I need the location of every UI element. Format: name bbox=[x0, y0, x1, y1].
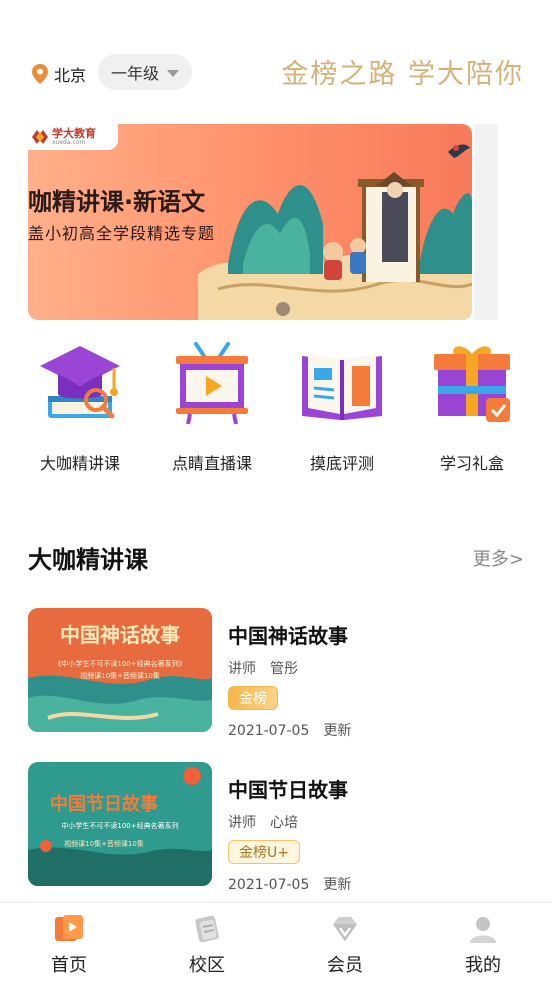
course-update: 2021-07-05 更新 bbox=[228, 720, 351, 740]
slogan: 金榜之路 学大陪你 bbox=[281, 59, 524, 90]
tab-label: 首页 bbox=[51, 955, 87, 976]
teacher-label: 讲师 bbox=[228, 661, 256, 677]
next-banner-peek[interactable] bbox=[474, 124, 498, 320]
tab-label: 会员 bbox=[327, 955, 363, 976]
promo-banner[interactable]: 学大教育 xueda.com 咖精讲课·新语文 盖小初高全学段精选专题 bbox=[28, 124, 472, 320]
update-status: 更新 bbox=[323, 877, 352, 893]
quick-nav-live[interactable]: 点睛直播课 bbox=[152, 338, 272, 478]
location-selector[interactable]: 北京 bbox=[32, 62, 86, 86]
brand-domain: xueda.com bbox=[52, 139, 86, 146]
course-badge: 金榜U+ bbox=[228, 840, 300, 864]
brand-logo: 学大教育 xueda.com bbox=[28, 124, 118, 150]
teacher-name: 管彤 bbox=[270, 661, 298, 677]
section-title: 大咖精讲课 bbox=[28, 546, 148, 574]
course-thumbnail: 中国神话故事 《中小学生不可不读100+经典名著系列》 视频课10集+音频课10… bbox=[28, 608, 212, 732]
home-icon bbox=[55, 915, 83, 941]
course-thumbnail-art: 中国神话故事 《中小学生不可不读100+经典名著系列》 视频课10集+音频课10… bbox=[28, 608, 212, 732]
course-teacher: 讲师 管彤 bbox=[228, 658, 298, 678]
live-tv-icon bbox=[176, 342, 248, 425]
gift-box-icon bbox=[434, 346, 510, 422]
quick-nav-label: 点睛直播课 bbox=[171, 454, 252, 473]
tab-campus[interactable]: 校区 bbox=[138, 903, 276, 981]
update-date: 2021-07-05 bbox=[228, 877, 310, 893]
tab-home[interactable]: 首页 bbox=[0, 903, 138, 981]
tab-profile[interactable]: 我的 bbox=[414, 903, 552, 981]
teacher-label: 讲师 bbox=[228, 815, 256, 831]
thumb-subtitle: 中小学生不可不读100+经典名著系列 bbox=[61, 821, 178, 830]
user-icon bbox=[470, 917, 496, 943]
quick-nav-lecture[interactable]: 大咖精讲课 bbox=[20, 338, 140, 478]
top-header: 北京 一年级 金榜之路 学大陪你 bbox=[0, 52, 552, 92]
carousel-indicator bbox=[276, 302, 290, 316]
thumb-episodes: 视频课10集+音频课10集 bbox=[80, 671, 160, 680]
banner-title: 咖精讲课·新语文 bbox=[28, 188, 206, 216]
course-teacher: 讲师 心培 bbox=[228, 812, 298, 832]
course-thumbnail-art: 中国节日故事 中小学生不可不读100+经典名著系列 视频课10集+音频课10集 bbox=[28, 762, 212, 886]
brand-mark-icon bbox=[32, 130, 48, 144]
tab-label: 校区 bbox=[189, 955, 225, 976]
thumb-title: 中国神话故事 bbox=[60, 623, 180, 647]
grade-label: 一年级 bbox=[110, 64, 159, 83]
course-title: 中国节日故事 bbox=[228, 778, 348, 802]
campus-icon bbox=[195, 915, 219, 943]
open-book-icon bbox=[302, 354, 382, 420]
banner-illustration bbox=[198, 144, 472, 320]
course-update: 2021-07-05 更新 bbox=[228, 874, 351, 894]
diamond-icon bbox=[333, 917, 357, 941]
grade-dropdown[interactable]: 一年级 bbox=[98, 54, 192, 90]
tab-label: 我的 bbox=[465, 955, 501, 976]
course-title: 中国神话故事 bbox=[228, 624, 348, 648]
banner-subtitle: 盖小初高全学段精选专题 bbox=[28, 224, 216, 243]
update-status: 更新 bbox=[323, 723, 352, 739]
course-badge: 金榜 bbox=[228, 686, 278, 710]
location-pin-icon bbox=[32, 64, 48, 84]
thumb-subtitle: 《中小学生不可不读100+经典名著系列》 bbox=[54, 659, 185, 668]
graduation-cap-icon bbox=[40, 346, 120, 419]
quick-nav-label: 学习礼盒 bbox=[439, 454, 504, 473]
quick-nav-gift[interactable]: 学习礼盒 bbox=[412, 338, 532, 478]
thumb-episodes: 视频课10集+音频课10集 bbox=[64, 839, 144, 848]
location-label: 北京 bbox=[54, 66, 87, 85]
quick-nav-label: 大咖精讲课 bbox=[39, 454, 120, 473]
quick-nav-assessment[interactable]: 摸底评测 bbox=[282, 338, 402, 478]
caret-down-icon bbox=[167, 69, 179, 77]
brand-name: 学大教育 bbox=[52, 127, 96, 140]
bottom-tab-bar: 首页 校区 会员 我的 bbox=[0, 902, 552, 981]
more-link[interactable]: 更多> bbox=[473, 545, 524, 571]
quick-nav: 大咖精讲课 点睛直播课 摸底评测 学习礼盒 bbox=[0, 338, 552, 478]
course-thumbnail: 中国节日故事 中小学生不可不读100+经典名著系列 视频课10集+音频课10集 bbox=[28, 762, 212, 886]
update-date: 2021-07-05 bbox=[228, 723, 310, 739]
course-card[interactable]: 中国神话故事 《中小学生不可不读100+经典名著系列》 视频课10集+音频课10… bbox=[28, 608, 528, 739]
quick-nav-label: 摸底评测 bbox=[309, 454, 374, 473]
tab-membership[interactable]: 会员 bbox=[276, 903, 414, 981]
course-card[interactable]: 中国节日故事 中小学生不可不读100+经典名著系列 视频课10集+音频课10集 … bbox=[28, 762, 528, 893]
teacher-name: 心培 bbox=[270, 815, 298, 831]
thumb-title: 中国节日故事 bbox=[50, 793, 158, 815]
